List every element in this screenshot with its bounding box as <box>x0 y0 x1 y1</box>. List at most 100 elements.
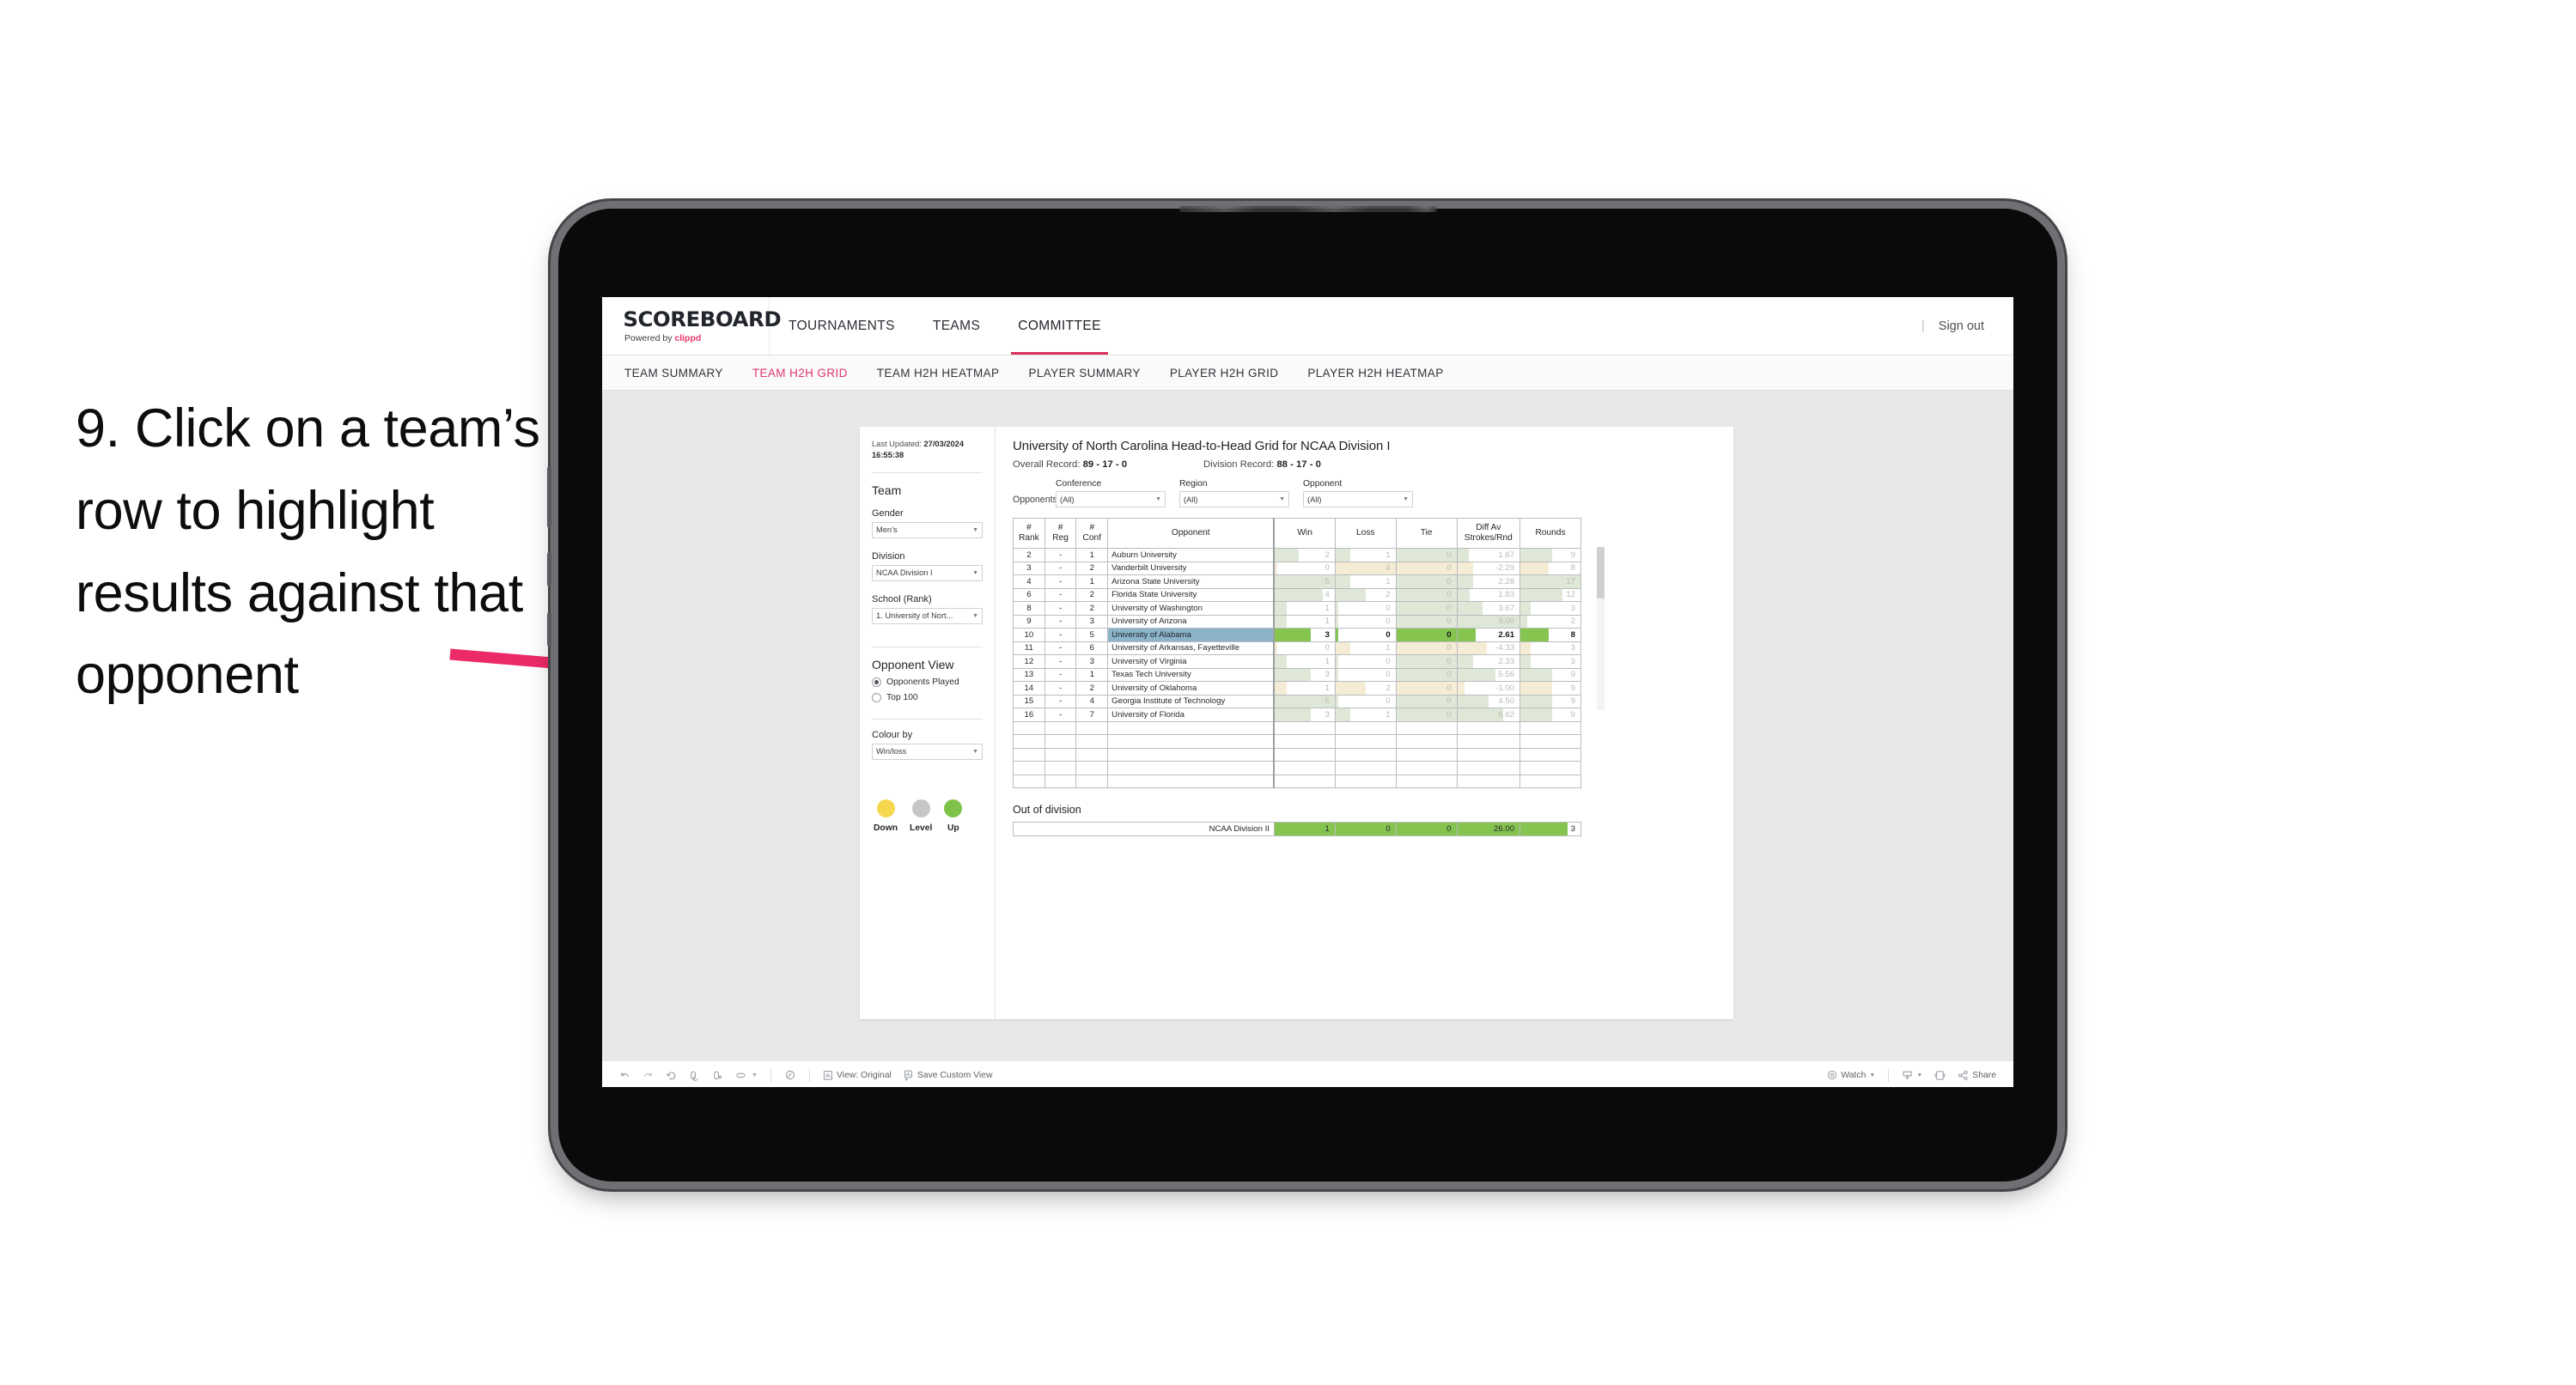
table-row[interactable]: 3-2 Vanderbilt University 0 4 0 -2.29 8 <box>1013 561 1581 575</box>
h2h-grid-table[interactable]: # Rank # Reg # Conf Opponent Win Loss Ti… <box>1013 518 1581 788</box>
division-select[interactable]: NCAA Division I ▼ <box>872 564 983 581</box>
cell-loss: 0 <box>1334 628 1397 642</box>
cell-empty <box>1273 774 1336 788</box>
cell-loss: 4 <box>1334 561 1397 575</box>
table-row[interactable]: 10-5 University of Alabama 3 0 0 2.61 8 <box>1013 628 1581 642</box>
table-row[interactable]: 13-1 Texas Tech University 3 0 0 5.56 9 <box>1013 667 1581 682</box>
cell-rank: 16 <box>1013 708 1045 722</box>
cell-rounds: 12 <box>1519 587 1581 602</box>
brand-powered-prefix: Powered by <box>624 332 675 343</box>
sign-out-link[interactable]: Sign out <box>1939 319 1984 333</box>
col-tie: Tie <box>1395 518 1458 549</box>
cell-win: 4 <box>1273 587 1336 602</box>
download-icon[interactable]: ▼ <box>1897 1066 1927 1084</box>
cell-value: 1.67 <box>1498 550 1515 560</box>
table-row[interactable]: 9-3 University of Arizona 1 0 0 9.00 2 <box>1013 614 1581 629</box>
cell-diff: 3.67 <box>1456 601 1521 616</box>
table-row[interactable]: 6-2 Florida State University 4 2 0 1.83 12 <box>1013 587 1581 602</box>
subnav-player-summary[interactable]: PLAYER SUMMARY <box>1028 367 1140 380</box>
device-button-volume-down[interactable] <box>547 612 551 647</box>
view-original-button[interactable]: View: Original <box>818 1066 897 1084</box>
revert-icon[interactable] <box>661 1066 682 1084</box>
ood-opponent: NCAA Division II <box>1013 822 1275 836</box>
cell-win: 1 <box>1273 681 1336 696</box>
cell-empty <box>1075 774 1109 788</box>
subnav-team-summary[interactable]: TEAM SUMMARY <box>624 367 723 380</box>
table-row[interactable]: 2-1 Auburn University 2 1 0 1.67 9 <box>1013 548 1581 562</box>
tablet-device: SCOREBOARD Powered by clippd TOURNAMENTS… <box>547 206 2057 1182</box>
undo-icon[interactable] <box>614 1066 636 1084</box>
cell-empty <box>1273 747 1336 762</box>
cell-empty <box>1044 734 1077 749</box>
table-scrollbar-thumb[interactable] <box>1597 547 1605 598</box>
cell-value: 2 <box>1570 617 1575 627</box>
last-updated-label: Last Updated: <box>872 440 924 448</box>
table-row[interactable]: 4-1 Arizona State University 5 1 0 2.28 17 <box>1013 574 1581 589</box>
ood-win: 1 <box>1273 822 1336 836</box>
conference-value: (All) <box>1060 495 1075 504</box>
cell-value: 0 <box>1446 629 1452 640</box>
cell-reg: - <box>1044 667 1077 682</box>
table-row[interactable]: 11-6 University of Arkansas, Fayetteville… <box>1013 641 1581 655</box>
colour-by-select[interactable]: Win/loss ▼ <box>872 743 983 760</box>
cell-conf: 1 <box>1075 548 1109 562</box>
opponent-select[interactable]: (All) ▼ <box>1303 491 1413 507</box>
table-row[interactable]: 15-4 Georgia Institute of Technology 5 0 0 4.… <box>1013 694 1581 708</box>
school-select[interactable]: 1. University of Nort... ▼ <box>872 607 983 624</box>
cell-conf: 2 <box>1075 561 1109 575</box>
viz-title: University of North Carolina Head-to-Hea… <box>1013 439 1391 453</box>
alerts-icon[interactable] <box>779 1066 801 1084</box>
save-custom-view-button[interactable]: Save Custom View <box>898 1066 998 1084</box>
cell-empty <box>1334 747 1397 762</box>
col-rounds: Rounds <box>1519 518 1581 549</box>
table-row[interactable]: 14-2 University of Oklahoma 1 2 0 -1.00 9 <box>1013 681 1581 696</box>
cell-empty <box>1075 720 1109 735</box>
cell-rank: 15 <box>1013 694 1045 708</box>
radio-icon <box>872 692 881 702</box>
cell-loss: 1 <box>1334 548 1397 562</box>
table-row-empty <box>1013 774 1581 788</box>
cell-conf: 1 <box>1075 574 1109 589</box>
refresh-data-icon[interactable] <box>684 1066 705 1084</box>
nav-committee[interactable]: COMMITTEE <box>999 297 1120 355</box>
cell-value: 0 <box>1446 683 1452 693</box>
conference-select[interactable]: (All) ▼ <box>1056 491 1166 507</box>
table-scrollbar-track[interactable] <box>1597 547 1605 710</box>
redo-icon[interactable] <box>637 1066 659 1084</box>
cell-rank: 10 <box>1013 628 1045 642</box>
share-button[interactable]: Share <box>1952 1066 2001 1084</box>
out-of-division-row[interactable]: NCAA Division II 1 0 0 26.00 3 <box>1013 822 1581 836</box>
table-row[interactable]: 16-7 University of Florida 3 1 0 6.62 9 <box>1013 708 1581 722</box>
cell-value: 2.33 <box>1498 656 1515 666</box>
subnav-player-h2h-heatmap[interactable]: PLAYER H2H HEATMAP <box>1307 367 1443 380</box>
table-row[interactable]: 12-3 University of Virginia 1 0 0 2.33 3 <box>1013 654 1581 669</box>
device-button-power[interactable] <box>547 466 551 528</box>
nav-teams[interactable]: TEAMS <box>914 297 999 355</box>
subnav-player-h2h-grid[interactable]: PLAYER H2H GRID <box>1170 367 1279 380</box>
gender-select[interactable]: Men’s ▼ <box>872 521 983 538</box>
radio-top-100[interactable]: Top 100 <box>872 692 983 702</box>
cell-value: 1 <box>1385 550 1391 560</box>
cell-conf: 2 <box>1075 587 1109 602</box>
conference-filter: Conference (All) ▼ <box>1056 479 1166 507</box>
nav-tournaments[interactable]: TOURNAMENTS <box>770 297 914 355</box>
watch-button[interactable]: Watch ▼ <box>1822 1066 1880 1084</box>
subnav-team-h2h-grid[interactable]: TEAM H2H GRID <box>752 367 848 380</box>
col-conf: # Conf <box>1075 518 1109 549</box>
cell-opponent: Arizona State University <box>1107 574 1275 589</box>
region-select[interactable]: (All) ▼ <box>1179 491 1289 507</box>
division-label: Division <box>872 550 905 562</box>
pause-auto-update-icon[interactable] <box>707 1066 728 1084</box>
cell-win: 0 <box>1273 561 1336 575</box>
cell-value: 0 <box>1446 643 1452 653</box>
device-button-volume-up[interactable] <box>547 552 551 586</box>
brand-logo[interactable]: SCOREBOARD Powered by clippd <box>602 297 782 355</box>
subnav-team-h2h-heatmap[interactable]: TEAM H2H HEATMAP <box>877 367 1000 380</box>
division-record-label: Division Record: <box>1203 459 1277 470</box>
col-reg: # Reg <box>1044 518 1077 549</box>
radio-opponents-played[interactable]: Opponents Played <box>872 677 983 687</box>
out-of-division-table[interactable]: NCAA Division II 1 0 0 26.00 3 <box>1013 822 1581 836</box>
data-source-icon[interactable]: ▼ <box>730 1066 763 1084</box>
table-row[interactable]: 8-2 University of Washington 1 0 0 3.67 3 <box>1013 601 1581 616</box>
fullscreen-icon[interactable] <box>1929 1066 1951 1084</box>
